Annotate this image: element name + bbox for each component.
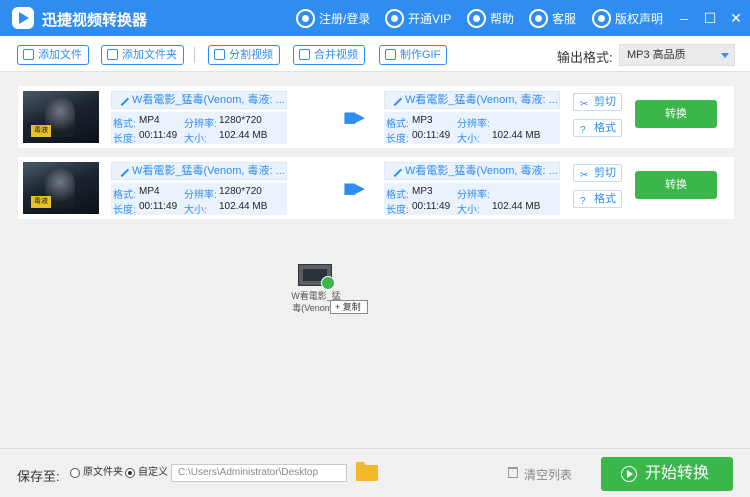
pencil-icon [387, 163, 403, 178]
app-title: 迅捷视频转换器 [42, 12, 148, 29]
merge-icon [299, 49, 310, 60]
format-button[interactable]: ? 格式 [573, 190, 622, 208]
merge-video-button[interactable]: 合并视频 [293, 45, 365, 65]
video-thumbnail[interactable]: 毒液 [23, 162, 99, 214]
cut-button[interactable]: ✂ 剪切 [573, 93, 622, 111]
title-bar: 迅捷视频转换器 注册/登录 开通VIP 帮助 客服 版权声明 – ☐ ✕ [0, 0, 750, 36]
user-icon [296, 8, 315, 28]
crop-icon [214, 49, 225, 60]
target-meta: 格式: MP3 分辨率: 长度: 00:11:49 大小: 102.44 MB [384, 183, 560, 216]
original-folder-radio[interactable]: 原文件夹 [70, 467, 123, 479]
file-row: 毒液 W看電影_猛毒(Venom, 毒液: ... 格式: MP4 分辨率: 1… [18, 86, 734, 148]
maximize-button[interactable]: ☐ [702, 10, 718, 26]
minimize-button[interactable]: – [676, 10, 692, 26]
copyright-link[interactable]: 版权声明 [592, 8, 663, 28]
folder-icon [107, 49, 118, 60]
target-file-name[interactable]: W看電影_猛毒(Venom, 毒液: ... [384, 91, 560, 109]
pencil-icon [114, 92, 130, 107]
thumbnail-tag: 毒液 [31, 196, 51, 208]
video-thumbnail[interactable]: 毒液 [23, 91, 99, 143]
question-icon: ? [580, 196, 586, 207]
play-icon [621, 466, 637, 482]
pencil-icon [387, 92, 403, 107]
toolbar: 添加文件 添加文件夹 分割视频 合并视频 制作GIF 输出格式: MP3 高品质 [0, 36, 750, 72]
footer-bar: 保存至: 原文件夹 自定义 C:\Users\Administrator\Des… [0, 448, 750, 497]
thumbnail-tag: 毒液 [31, 125, 51, 137]
convert-arrow-icon: ▮▮▶ [343, 109, 365, 126]
scissors-icon: ✂ [580, 99, 589, 110]
output-path-field[interactable]: C:\Users\Administrator\Desktop [171, 464, 347, 482]
add-file-button[interactable]: 添加文件 [17, 45, 89, 65]
toolbar-divider [194, 47, 195, 63]
source-meta: 格式: MP4 分辨率: 1280*720 长度: 00:11:49 大小: 1… [111, 112, 287, 145]
app-window: 迅捷视频转换器 注册/登录 开通VIP 帮助 客服 版权声明 – ☐ ✕ 添加文… [0, 0, 750, 497]
open-folder-icon[interactable] [356, 462, 378, 481]
radio-icon [70, 468, 80, 478]
headset-icon [529, 8, 548, 28]
close-button[interactable]: ✕ [728, 10, 744, 26]
vip-icon [385, 8, 404, 28]
clear-list-button[interactable]: 清空列表 [508, 466, 572, 483]
source-file-name[interactable]: W看電影_猛毒(Venom, 毒液: ... [111, 162, 287, 180]
help-icon [467, 8, 486, 28]
file-list: 毒液 W看電影_猛毒(Venom, 毒液: ... 格式: MP4 分辨率: 1… [0, 72, 750, 448]
chevron-down-icon [721, 53, 729, 58]
source-file-name[interactable]: W看電影_猛毒(Venom, 毒液: ... [111, 91, 287, 109]
convert-button[interactable]: 转换 [635, 100, 717, 128]
convert-arrow-icon: ▮▮▶ [343, 180, 365, 197]
question-icon: ? [580, 125, 586, 136]
trash-icon [508, 467, 518, 478]
convert-button[interactable]: 转换 [635, 171, 717, 199]
start-convert-button[interactable]: 开始转换 [601, 457, 733, 491]
help-link[interactable]: 帮助 [467, 8, 514, 28]
output-format-select[interactable]: MP3 高品质 [619, 44, 735, 66]
pencil-icon [114, 163, 130, 178]
file-row: 毒液 W看電影_猛毒(Venom, 毒液: ... 格式: MP4 分辨率: 1… [18, 157, 734, 219]
vip-link[interactable]: 开通VIP [385, 8, 451, 28]
service-link[interactable]: 客服 [529, 8, 576, 28]
target-meta: 格式: MP3 分辨率: 长度: 00:11:49 大小: 102.44 MB [384, 112, 560, 145]
cut-button[interactable]: ✂ 剪切 [573, 164, 622, 182]
app-logo-icon [12, 7, 34, 29]
source-meta: 格式: MP4 分辨率: 1280*720 长度: 00:11:49 大小: 1… [111, 183, 287, 216]
add-folder-button[interactable]: 添加文件夹 [101, 45, 184, 65]
radio-selected-icon [125, 468, 135, 478]
split-video-button[interactable]: 分割视频 [208, 45, 280, 65]
scissors-icon: ✂ [580, 170, 589, 181]
custom-folder-radio[interactable]: 自定义 [125, 467, 168, 479]
copy-tooltip: + 复制 [330, 300, 368, 314]
gif-icon [385, 49, 396, 60]
output-format-label: 输出格式: [557, 50, 613, 65]
make-gif-button[interactable]: 制作GIF [379, 45, 448, 65]
target-file-name[interactable]: W看電影_猛毒(Venom, 毒液: ... [384, 162, 560, 180]
plus-icon [23, 49, 34, 60]
format-button[interactable]: ? 格式 [573, 119, 622, 137]
save-to-label: 保存至: [17, 469, 60, 484]
copyright-icon [592, 8, 611, 28]
register-login-link[interactable]: 注册/登录 [296, 8, 370, 28]
copy-plus-icon [321, 276, 335, 290]
drag-file-ghost: W看電影_猛毒(Venom... + 复制 [288, 262, 370, 318]
